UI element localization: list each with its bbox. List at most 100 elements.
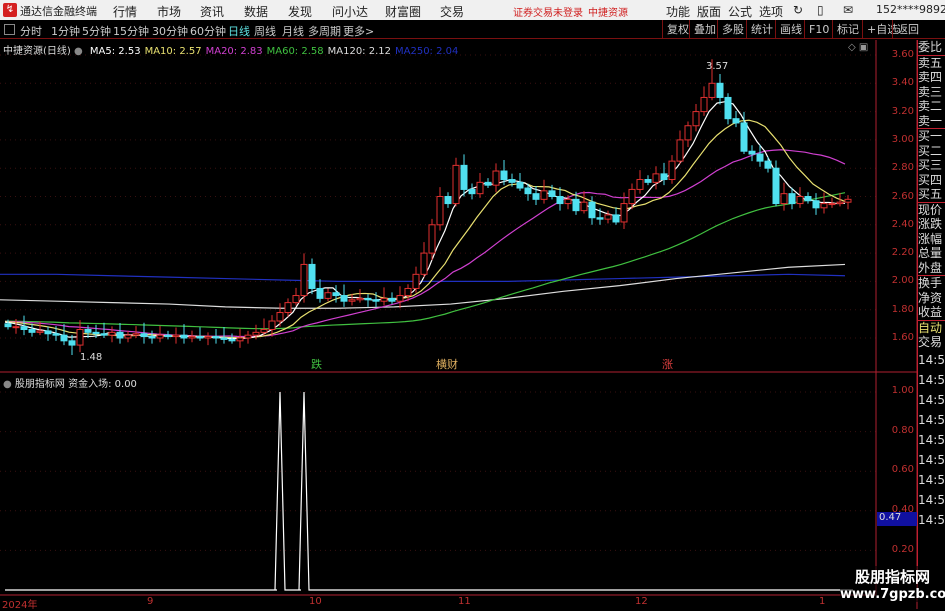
signal-label-2: 涨 [662, 358, 673, 371]
candle-body [68, 340, 76, 346]
candle-body [836, 201, 844, 205]
candle [340, 284, 348, 307]
candle [172, 327, 180, 344]
candle-body [180, 334, 188, 339]
candle [260, 318, 268, 336]
candle-body [492, 170, 500, 186]
candle [124, 330, 132, 343]
price-tick: 3.20 [891, 105, 914, 117]
candle-body [228, 338, 236, 342]
candle-body [124, 334, 132, 339]
candle [652, 166, 660, 190]
candle-body [364, 297, 372, 301]
candle-body [4, 323, 12, 328]
candle [700, 86, 708, 116]
candle-body [340, 295, 348, 302]
candle [812, 193, 820, 215]
candle [540, 179, 548, 204]
candle-body [300, 263, 308, 297]
trade-label[interactable]: 交易 [918, 335, 945, 350]
candle [772, 160, 780, 207]
candle [676, 130, 684, 164]
price-tick: 3.00 [891, 133, 914, 145]
candle [612, 207, 620, 225]
side-item: 卖五 [918, 54, 945, 71]
side-item: 现价 [918, 201, 945, 218]
candle-body [548, 190, 556, 197]
candle-body [708, 82, 716, 98]
candle-body [60, 334, 68, 342]
sub-chart-info: ● 股朋指标网 资金入场: 0.00 [3, 375, 137, 390]
candle-body [692, 111, 700, 127]
time-label: 10 [309, 596, 322, 607]
candle-body [412, 273, 420, 289]
candle [748, 145, 756, 162]
candle [740, 111, 748, 155]
candle-body [788, 193, 796, 205]
candle-body [724, 96, 732, 120]
candle-body [44, 330, 52, 335]
candle [644, 175, 652, 186]
candle [420, 242, 428, 278]
candle-body [76, 329, 84, 346]
candle [196, 327, 204, 341]
side-item: 涨跌 [918, 217, 943, 231]
side-item: 净资 [918, 290, 943, 305]
candle-body [676, 139, 684, 162]
candle [188, 330, 196, 343]
candle-body [716, 82, 724, 98]
candle [292, 287, 300, 306]
candle-body [772, 167, 780, 205]
trade-time: 14:56 [918, 512, 945, 527]
candle-body [420, 252, 428, 275]
candle-body [116, 331, 124, 339]
candle-body [132, 333, 140, 336]
candle-body [660, 173, 668, 181]
candle-body [620, 203, 628, 223]
trade-time: 14:56 [918, 492, 945, 507]
candle [316, 279, 324, 303]
candle [516, 173, 524, 191]
indicator-tick: 0.60 [891, 464, 914, 476]
candle [348, 293, 356, 306]
candle-body [276, 312, 284, 322]
candle-body [756, 153, 764, 162]
fund-inflow-line [5, 391, 853, 591]
candle-body [500, 170, 508, 181]
candle-body [12, 326, 20, 329]
price-tick: 1.80 [891, 303, 914, 315]
candle [108, 326, 116, 343]
candle [44, 326, 52, 341]
candle-body [236, 337, 244, 342]
indicator-tick: 1.00 [891, 385, 914, 396]
candle-body [220, 337, 228, 340]
candle [476, 173, 484, 198]
ma20-line [4, 149, 846, 338]
candle-body [780, 193, 788, 205]
candle-body [84, 329, 92, 333]
candle-body [356, 297, 364, 301]
price-tick: 3.60 [891, 49, 914, 60]
candle [684, 121, 692, 147]
settings-chevron-icon[interactable]: ● [3, 379, 12, 390]
candle-body [612, 214, 620, 223]
candle-body [292, 295, 300, 304]
indicator-value: 资金入场: 0.00 [68, 379, 137, 390]
trade-time: 14:56 [918, 432, 945, 447]
signal-label-0: 跌 [311, 357, 322, 371]
auto-label[interactable]: 自动 [918, 319, 945, 336]
candle-body [604, 214, 612, 220]
sub-chart-title: 股朋指标网 [14, 379, 65, 390]
candle-body [556, 196, 564, 205]
kline-chart[interactable]: 3.57 1.48 跌 横财 涨 [0, 0, 945, 609]
candle-body [204, 336, 212, 339]
candle-body [476, 181, 484, 195]
candle-body [428, 224, 436, 254]
candle [284, 298, 292, 317]
candle-body [828, 203, 836, 206]
candle-body [812, 200, 820, 209]
watermark: 股朋指标网 www.7gpzb.com [840, 566, 945, 609]
candle-body [372, 299, 380, 302]
trade-time: 14:56 [918, 452, 945, 467]
candle [276, 303, 284, 327]
